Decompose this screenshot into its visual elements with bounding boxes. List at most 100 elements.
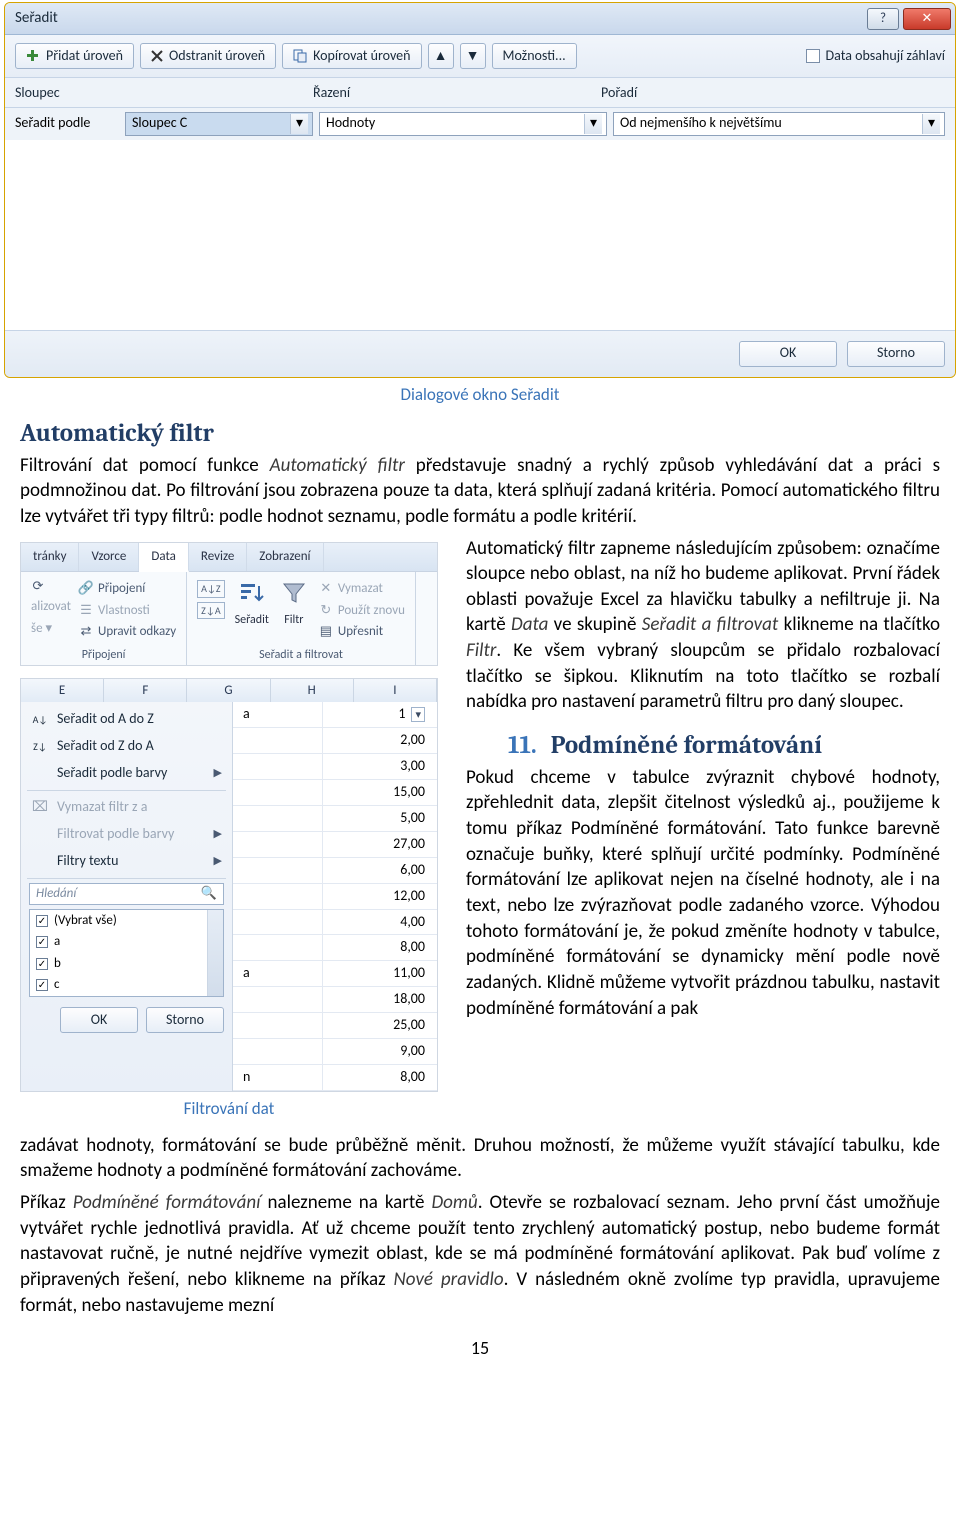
dialog-titlebar: Seřadit ? ✕	[5, 3, 955, 35]
properties-icon: ☰	[79, 603, 93, 617]
chevron-right-icon: ▶	[214, 766, 222, 781]
sort-grid-row: Seřadit podle Sloupec C ▾ Hodnoty ▾ Od n…	[5, 108, 955, 140]
cancel-button[interactable]: Storno	[847, 341, 945, 367]
advanced-icon: ▤	[319, 625, 333, 639]
remove-level-button[interactable]: Odstranit úroveň	[140, 43, 276, 69]
table-row: 15,00	[233, 780, 437, 806]
copy-level-label: Kopírovat úroveň	[313, 47, 410, 66]
clear-filter-icon: ⌧	[31, 798, 49, 817]
sort-az-icon: A↓	[31, 713, 49, 727]
filter-dropdown-icon[interactable]: ▾	[411, 707, 425, 722]
move-up-button[interactable]: ▲	[428, 43, 454, 69]
add-level-button[interactable]: Přidat úroveň	[15, 43, 134, 69]
sort-column-dropdown[interactable]: Sloupec C ▾	[125, 112, 313, 136]
figure-block: tránky Vzorce Data Revize Zobrazení ⟳ al…	[20, 542, 438, 1125]
chevron-down-icon: ▾	[584, 114, 602, 134]
filter-value-item[interactable]: ✓a	[30, 931, 207, 953]
filter-label: Filtr	[279, 612, 309, 628]
page-number: 15	[20, 1336, 940, 1360]
table-row: 18,00	[233, 987, 437, 1013]
table-row: 8,00	[233, 935, 437, 961]
search-placeholder: Hledání	[36, 885, 76, 903]
ribbon-item: ☰Vlastnosti	[79, 600, 176, 622]
close-button[interactable]: ✕	[903, 8, 951, 30]
options-label: Možnosti...	[503, 47, 566, 66]
sort-by-value: Hodnoty	[326, 114, 375, 133]
paragraph: Filtrování dat pomocí funkce Automatický…	[20, 453, 940, 530]
paragraph: Příkaz Podmíněné formátování nalezneme n…	[20, 1190, 940, 1318]
ribbon-tab[interactable]: Revize	[189, 543, 247, 572]
ribbon-tab[interactable]: tránky	[21, 543, 79, 572]
search-input[interactable]: Hledání 🔍	[29, 883, 224, 905]
ribbon-item[interactable]: ▤Upřesnit	[319, 621, 405, 643]
arrow-down-icon: ▼	[466, 47, 480, 66]
clear-icon: ✕	[319, 582, 333, 596]
sort-za-item[interactable]: Z↓Seřadit od Z do A	[21, 733, 232, 760]
figure-caption: Dialogové okno Seřadit	[20, 384, 940, 407]
reapply-icon: ↻	[319, 603, 333, 617]
sort-order-dropdown[interactable]: Od nejmenšího k největšímu ▾	[613, 112, 945, 136]
checkbox-icon: ✓	[36, 979, 48, 991]
column-header-sloupec: Sloupec	[15, 84, 313, 103]
headers-label: Data obsahují záhlaví	[826, 47, 945, 66]
arrow-up-icon: ▲	[434, 47, 448, 66]
ribbon-item[interactable]: 🔗Připojení	[79, 578, 176, 600]
sort-za-button[interactable]: Z↓A	[197, 600, 225, 622]
refresh-icon: ⟳	[31, 580, 45, 594]
sort-label: Seřadit	[235, 612, 269, 628]
column-header-razeni: Řazení	[313, 84, 601, 103]
ribbon-item: alizovat	[31, 596, 71, 618]
sort-za-icon: Z↓	[31, 740, 49, 754]
menu-cancel-button[interactable]: Storno	[146, 1007, 224, 1033]
chevron-down-icon: ▾	[922, 114, 940, 134]
column-header[interactable]: H	[271, 679, 354, 703]
filter-values-list: ✓(Vybrat vše) ✓a ✓b ✓c	[29, 909, 224, 997]
help-button[interactable]: ?	[867, 8, 899, 30]
column-header[interactable]: F	[104, 679, 187, 703]
filter-value-item[interactable]: ✓b	[30, 953, 207, 975]
options-button[interactable]: Možnosti...	[492, 43, 577, 69]
ribbon-tab[interactable]: Vzorce	[79, 543, 139, 572]
close-icon: ✕	[922, 10, 933, 28]
sort-icon[interactable]	[237, 578, 267, 608]
sort-by-dropdown[interactable]: Hodnoty ▾	[319, 112, 607, 136]
filter-icon[interactable]	[279, 578, 309, 608]
search-icon: 🔍	[201, 885, 217, 903]
remove-icon	[151, 50, 163, 62]
column-header-poradi: Pořadí	[601, 84, 945, 103]
table-row: 25,00	[233, 1013, 437, 1039]
sort-grid-body	[5, 140, 955, 330]
move-down-button[interactable]: ▼	[460, 43, 486, 69]
ribbon-item: ↻Použít znovu	[319, 600, 405, 622]
table-row: 12,00	[233, 884, 437, 910]
table-row: 6,00	[233, 858, 437, 884]
checkbox-icon: ✓	[36, 958, 48, 970]
sort-az-button[interactable]: A↓Z	[197, 578, 225, 600]
filter-value-item[interactable]: ✓c	[30, 974, 207, 996]
chevron-right-icon: ▶	[214, 827, 222, 842]
column-header[interactable]: E	[21, 679, 104, 703]
ok-button[interactable]: OK	[739, 341, 837, 367]
heading-autofilter: Automatický filtr	[20, 417, 940, 451]
worksheet-values: a1▾2,003,0015,005,0027,006,0012,004,008,…	[233, 702, 437, 1090]
ribbon-item[interactable]: ⇄Upravit odkazy	[79, 621, 176, 643]
sort-column-value: Sloupec C	[132, 114, 187, 133]
sort-by-color-item[interactable]: Seřadit podle barvy▶	[21, 760, 232, 787]
ribbon-tab[interactable]: Zobrazení	[247, 543, 323, 572]
copy-level-button[interactable]: Kopírovat úroveň	[282, 43, 421, 69]
ribbon-item: ✕Vymazat	[319, 578, 405, 600]
table-row: a1▾	[233, 702, 437, 728]
ribbon-item: še ▾	[31, 618, 71, 640]
column-header[interactable]: G	[187, 679, 270, 703]
headers-checkbox[interactable]: Data obsahují záhlaví	[806, 47, 945, 66]
filter-by-color-item: Filtrovat podle barvy▶	[21, 821, 232, 848]
ribbon-tab-data[interactable]: Data	[139, 543, 189, 573]
text-filters-item[interactable]: Filtry textu▶	[21, 848, 232, 875]
table-row: n8,00	[233, 1065, 437, 1091]
select-all-item[interactable]: ✓(Vybrat vše)	[30, 910, 207, 932]
table-row: 3,00	[233, 754, 437, 780]
sort-az-item[interactable]: A↓Seřadit od A do Z	[21, 706, 232, 733]
menu-ok-button[interactable]: OK	[60, 1007, 138, 1033]
column-header[interactable]: I	[354, 679, 437, 703]
scrollbar[interactable]	[207, 910, 223, 996]
